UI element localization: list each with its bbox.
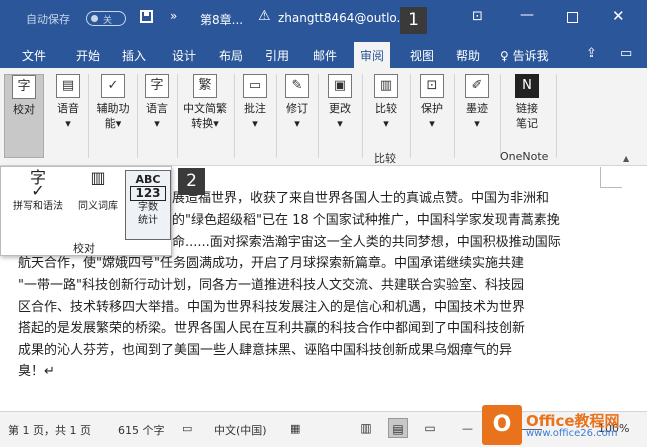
- accessibility-button[interactable]: ✓ 辅助功 能▾: [91, 74, 135, 131]
- doc-line: 命......面对探索浩瀚宇宙这一全人类的共同梦想，中国积极推动国际: [172, 235, 561, 250]
- office-logo: O: [482, 405, 522, 445]
- accessibility-icon: ✓: [101, 74, 125, 98]
- track-changes-icon: ✎: [285, 74, 309, 98]
- accept-changes-icon: ▣: [328, 74, 352, 98]
- doc-line: "一带一路"科技创新行动计划，同各方一道推进科技人文交流、共建联合实验室、科技园: [18, 278, 524, 293]
- web-layout-icon[interactable]: ▭: [420, 418, 440, 438]
- tab-view[interactable]: 视图: [410, 47, 434, 64]
- read-aloud-icon: ▤: [56, 74, 80, 98]
- tab-layout[interactable]: 布局: [219, 47, 243, 64]
- doc-line: 搭起的是发展繁荣的桥梁。世界各国人民在互利共赢的科技合作中都闻到了中国科技创新: [18, 321, 526, 336]
- proofing-status-icon[interactable]: ▭: [182, 422, 192, 435]
- autosave-label: 自动保存: [26, 13, 70, 26]
- maximize-icon[interactable]: [567, 12, 578, 23]
- word-count-abc: ABC: [135, 173, 161, 186]
- compare-button[interactable]: ▥ 比较 ▾: [364, 74, 408, 131]
- document-title: 第8章...: [200, 13, 244, 27]
- doc-line: 区合作、技术转移四大举措。中国为世界科技发展注入的是信心和机遇，中国技术为世界: [18, 300, 526, 315]
- protect-button[interactable]: ⊡ 保护 ▾: [412, 74, 452, 131]
- comments-button[interactable]: ▭ 批注 ▾: [236, 74, 274, 131]
- language-button[interactable]: 字 语言 ▾: [139, 74, 175, 131]
- share-icon[interactable]: ⇪: [586, 46, 597, 61]
- doc-line: 成果的沁人芬芳，也闻到了美国一些人肆意抹黑、诬陷中国科技创新成果乌烟瘴气的异: [18, 343, 513, 358]
- doc-line: 航天合作，使"嫦娥四号"任务圆满成功，开启了月球探索新篇章。中国承诺继续实施共建: [18, 256, 524, 271]
- ink-button[interactable]: ✐ 墨迹 ▾: [456, 74, 498, 131]
- tab-references[interactable]: 引用: [265, 47, 289, 64]
- ribbon-display-icon[interactable]: ⊡: [472, 9, 483, 24]
- review-ribbon: 字 校对 ▤ 语音 ▾ ✓ 辅助功 能▾ 字 语言 ▾ 繁 中文简繁 转换▾ ▭ 批注 ▾…: [0, 68, 647, 166]
- macro-icon[interactable]: ▦: [290, 422, 300, 435]
- ribbon-tabs: 文件 开始 插入 设计 布局 引用 邮件 审阅 视图 帮助 ♀ 告诉我 ⇪ ▭: [0, 38, 647, 68]
- word-count-status[interactable]: 615 个字: [118, 422, 165, 438]
- doc-line: 臭！↵: [18, 364, 55, 379]
- spelling-check-icon: 字✓: [29, 168, 46, 200]
- minimize-icon[interactable]: —: [520, 7, 534, 23]
- proofing-dropdown: 字✓ 拼写和语法 ▥ 同义词库 ABC 123 字数 统计 校对: [0, 166, 172, 256]
- title-bar: 自动保存 关 » 第8章... ⚠ zhangtt8464@outlo...m …: [0, 0, 647, 38]
- spelling-grammar-button[interactable]: 字✓ 拼写和语法: [5, 168, 71, 213]
- lock-document-icon: ⊡: [420, 74, 444, 98]
- callout-1: 1: [400, 7, 427, 34]
- language-status[interactable]: 中文(中国): [214, 422, 267, 438]
- read-mode-icon[interactable]: ▥: [356, 418, 376, 438]
- thesaurus-book-icon: ▥: [90, 168, 106, 187]
- callout-2: 2: [178, 168, 205, 195]
- tab-file[interactable]: 文件: [22, 47, 46, 64]
- chinese-conversion-button[interactable]: 繁 中文简繁 转换▾: [177, 74, 233, 131]
- zoom-out-icon[interactable]: —: [462, 422, 473, 435]
- collapse-ribbon-icon[interactable]: ▲: [623, 154, 629, 163]
- tab-review[interactable]: 审阅: [354, 42, 391, 68]
- user-account[interactable]: zhangtt8464@outlo...m: [278, 11, 420, 25]
- changes-button[interactable]: ▣ 更改 ▾: [320, 74, 360, 131]
- speech-button[interactable]: ▤ 语音 ▾: [50, 74, 86, 131]
- tell-me-search[interactable]: ♀ 告诉我: [500, 47, 549, 64]
- proofing-icon: 字: [12, 75, 36, 99]
- tracking-button[interactable]: ✎ 修订 ▾: [278, 74, 316, 131]
- close-icon[interactable]: ✕: [612, 7, 625, 25]
- onenote-group-label: OneNote: [500, 150, 549, 163]
- watermark-url: www.office26.com: [526, 428, 618, 439]
- compare-group-label: 比较: [374, 152, 396, 165]
- warning-icon: ⚠: [258, 8, 271, 24]
- language-icon: 字: [145, 74, 169, 98]
- proofing-button[interactable]: 字 校对: [4, 74, 44, 158]
- print-layout-icon[interactable]: ▤: [388, 418, 408, 438]
- onenote-icon: N: [515, 74, 539, 98]
- comment-icon[interactable]: ▭: [620, 46, 632, 61]
- linked-notes-button[interactable]: N 链接 笔记: [504, 74, 550, 131]
- chinese-conversion-icon: 繁: [193, 74, 217, 98]
- word-count-button[interactable]: ABC 123 字数 统计: [125, 170, 171, 240]
- proofing-group-label: 校对: [73, 242, 95, 255]
- compare-icon: ▥: [374, 74, 398, 98]
- thesaurus-button[interactable]: ▥ 同义词库: [73, 168, 123, 213]
- save-icon[interactable]: [140, 10, 153, 23]
- autosave-toggle[interactable]: 关: [86, 11, 126, 26]
- tab-mailings[interactable]: 邮件: [313, 47, 337, 64]
- tab-design[interactable]: 设计: [172, 47, 196, 64]
- doc-line: 的"绿色超级稻"已在 18 个国家试种推广，中国科学家发现青蒿素挽: [172, 213, 560, 228]
- tab-help[interactable]: 帮助: [456, 47, 480, 64]
- doc-line: 展造福世界，收获了来自世界各国人士的真诚点赞。中国为非洲和: [172, 191, 550, 206]
- word-count-123: 123: [130, 186, 166, 201]
- comment-icon: ▭: [243, 74, 267, 98]
- more-icon[interactable]: »: [170, 9, 177, 23]
- page-count[interactable]: 第 1 页，共 1 页: [8, 422, 91, 438]
- pen-icon: ✐: [465, 74, 489, 98]
- tab-insert[interactable]: 插入: [122, 47, 146, 64]
- tab-home[interactable]: 开始: [76, 47, 100, 64]
- lightbulb-icon: ♀: [500, 49, 509, 63]
